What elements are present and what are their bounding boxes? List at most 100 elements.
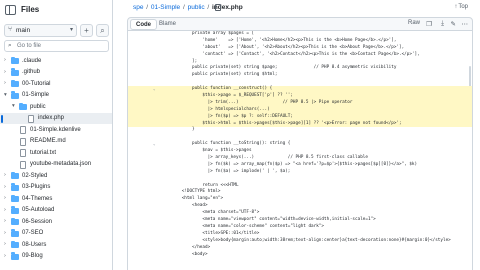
chevron-down-icon[interactable]: ▾ — [12, 103, 15, 109]
chevron-right-icon[interactable]: › — [4, 184, 6, 190]
tab-blame[interactable]: Blame — [154, 19, 181, 30]
tree-folder[interactable]: › 08-Users — [0, 239, 112, 251]
chevron-right-icon[interactable]: › — [4, 253, 6, 259]
tree-folder[interactable]: › 09-Blog — [0, 251, 112, 263]
folder-icon — [11, 91, 19, 99]
tree-file[interactable]: index.php — [0, 112, 112, 124]
tree-file[interactable]: tutorial.txt — [0, 147, 112, 159]
code-text: |> fn($a) => implode(' | ', $a); — [161, 168, 291, 174]
code-text: |> htmlspecialchars(...) — [161, 106, 270, 112]
file-icon — [20, 137, 26, 146]
tree-item-label: .claude — [22, 57, 42, 64]
tree-item-label: 08-Users — [22, 241, 47, 248]
copy-icon[interactable]: ❐ — [426, 20, 432, 28]
tree-file[interactable]: youtube-metadata.json — [0, 159, 112, 171]
tree-item-label: 02-Styled — [22, 172, 48, 179]
code-text: <body> — [161, 251, 208, 257]
tree-folder[interactable]: › 02-Styled — [0, 170, 112, 182]
tree-folder[interactable]: › 07-SEO — [0, 228, 112, 240]
code-line: <meta charset="UTF-8"> — [128, 210, 472, 217]
chevron-right-icon[interactable]: › — [4, 172, 6, 178]
download-icon[interactable]: ⤓ — [441, 20, 444, 28]
branch-selector[interactable]: ⑂ main ▾ — [4, 24, 77, 37]
code-line: 'about' => ['About', '<h2>About</h2><p>T… — [128, 45, 472, 52]
chevron-right-icon[interactable]: › — [4, 230, 6, 236]
tab-code[interactable]: Code — [130, 19, 157, 30]
fold-chevron-icon[interactable]: ⌄ — [153, 141, 155, 148]
tree-folder[interactable]: › 03-Plugins — [0, 182, 112, 194]
tree-folder[interactable]: › 06-Session — [0, 216, 112, 228]
code-line: |> fn($a) => implode(' | ', $a); — [128, 169, 472, 176]
folder-icon — [11, 229, 19, 237]
code-line: <body> — [128, 252, 472, 259]
code-text: public function __construct() { — [161, 86, 273, 92]
file-header: spe / 01-Simple / public / index.php ↑To… — [113, 0, 480, 16]
tree-folder[interactable]: › 04-Themes — [0, 193, 112, 205]
fold-chevron-icon[interactable]: ⌄ — [153, 86, 155, 93]
tree-item-label: 01-Simple — [22, 92, 50, 98]
folder-icon — [11, 217, 19, 225]
search-button[interactable]: ⌕ — [96, 24, 109, 37]
chevron-right-icon[interactable]: › — [4, 218, 6, 224]
code-text: $this->page = $_REQUEST['p'] ?? ''; — [161, 93, 293, 99]
tree-file[interactable]: README.md — [0, 136, 112, 148]
folder-icon — [11, 194, 19, 202]
code-text: <title>SPE::01</title> — [161, 230, 260, 236]
file-tree-sidebar: Files ⑂ main ▾ + ⌕ ⌕ Go to file › .claude… — [0, 0, 113, 270]
tree-item-label: 00-Tutorial — [22, 80, 51, 87]
code-toolbar: Code Blame Raw ❐ ⤓ ✎ ⋯ — [127, 17, 473, 31]
chevron-right-icon[interactable]: › — [4, 80, 6, 86]
code-text: <style>body{margin:auto;width:38rem;text… — [161, 237, 451, 243]
chevron-right-icon[interactable]: › — [4, 241, 6, 247]
code-text: |> trim(...) // PHP 8.5 |> Pipe operator — [161, 99, 353, 105]
add-file-button[interactable]: + — [80, 24, 93, 37]
top-link[interactable]: ↑Top — [454, 4, 468, 10]
chevron-right-icon[interactable]: › — [4, 69, 6, 75]
code-text: private array $pages = [ — [161, 31, 255, 36]
folder-icon — [19, 102, 27, 110]
chevron-down-icon[interactable]: ▾ — [4, 92, 7, 98]
code-text: 'about' => ['About', '<h2>About</h2><p>T… — [161, 44, 405, 50]
tree-item-label: 05-Autoload — [22, 207, 55, 213]
tree-folder[interactable]: › .github — [0, 67, 112, 79]
folder-icon — [11, 79, 19, 87]
code-line: 'contact' => ['Contact', '<h2>Contact</h… — [128, 52, 472, 59]
tree-folder[interactable]: ▾ public — [0, 101, 112, 113]
breadcrumb-subfolder[interactable]: public — [188, 4, 205, 11]
code-line: } — [128, 127, 472, 134]
git-branch-icon: ⑂ — [8, 26, 13, 33]
code-line: </head> — [128, 245, 472, 252]
code-text: |> fn($p) => $p ?: self::DEFAULT; — [161, 113, 293, 119]
raw-button[interactable]: Raw — [408, 20, 420, 26]
search-icon: ⌕ — [8, 42, 12, 49]
code-text: 'contact' => ['Contact', '<h2>Contact</h… — [161, 51, 420, 57]
tree-folder[interactable]: › .claude — [0, 55, 112, 67]
code-text: <meta name="viewport" content="width=dev… — [161, 217, 376, 223]
tree-item-label: 04-Themes — [22, 195, 53, 202]
edit-icon[interactable]: ✎ — [451, 20, 456, 28]
tree-item-label: index.php — [38, 115, 65, 121]
code-line: |> trim(...) // PHP 8.5 |> Pipe operator — [128, 99, 472, 107]
tree-file[interactable]: 01-Simple.kdenlive — [0, 124, 112, 136]
chevron-right-icon[interactable]: › — [4, 57, 6, 63]
breadcrumb-repo[interactable]: spe — [133, 4, 143, 11]
code-text: $nav = $this->pages — [161, 148, 252, 154]
sidebar-toggle-icon[interactable] — [5, 5, 16, 15]
code-text: } — [161, 127, 195, 133]
tree-folder[interactable]: › 00-Tutorial — [0, 78, 112, 90]
tree-folder[interactable]: › 05-Autoload — [0, 205, 112, 217]
copy-path-icon[interactable] — [215, 4, 221, 11]
more-options-icon[interactable]: ⋯ — [462, 20, 469, 28]
code-line: 'home' => ['Home', '<h2>Home</h2><p>This… — [128, 38, 472, 45]
go-to-file-input[interactable]: ⌕ Go to file — [4, 40, 109, 52]
tree-item-label: 06-Session — [22, 218, 53, 225]
chevron-right-icon[interactable]: › — [4, 207, 6, 213]
code-view: private array $pages = [ 'home' => ['Hom… — [127, 31, 473, 270]
chevron-right-icon[interactable]: › — [4, 195, 6, 201]
tree-folder[interactable]: ▾ 01-Simple — [0, 90, 112, 102]
code-text: public private(set) string $html; — [161, 72, 278, 78]
breadcrumb-folder[interactable]: 01-Simple — [151, 4, 180, 11]
code-line: <meta name="color-scheme" content="light… — [128, 224, 472, 231]
tree-item-label: 07-SEO — [22, 230, 44, 236]
